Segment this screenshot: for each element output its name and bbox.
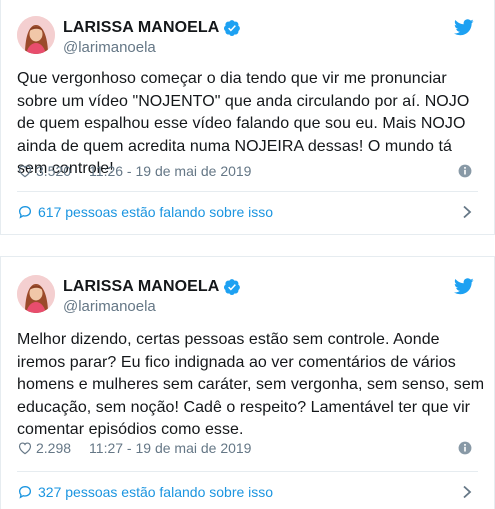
tweet-header: LARISSA MANOELA @larimanoela [17, 275, 480, 315]
tweet-meta: 2.298 11:27 - 19 de mai de 2019 [17, 438, 480, 458]
tweet-timestamp[interactable]: 11:26 - 19 de mai de 2019 [89, 163, 251, 179]
avatar-photo [17, 275, 55, 313]
author-display-name[interactable]: LARISSA MANOELA [63, 19, 219, 37]
like-count[interactable]: 2.298 [36, 440, 71, 456]
chevron-right-icon[interactable] [462, 485, 472, 499]
reply-bubble-icon [18, 205, 32, 219]
verified-badge-icon [224, 20, 241, 36]
divider [17, 191, 478, 192]
avatar-photo [17, 16, 55, 54]
conversation-text[interactable]: 327 pessoas estão falando sobre isso [38, 484, 273, 500]
tweet-header: LARISSA MANOELA @larimanoela [17, 16, 480, 56]
conversation-link[interactable]: 617 pessoas estão falando sobre isso [17, 201, 480, 223]
info-icon[interactable] [458, 441, 472, 455]
twitter-bird-icon[interactable] [454, 278, 474, 295]
verified-badge-icon [224, 279, 241, 295]
divider [17, 471, 478, 472]
tweet-card[interactable]: LARISSA MANOELA @larimanoela Melhor dize… [0, 256, 495, 509]
twitter-bird-icon[interactable] [454, 19, 474, 36]
tweet-text: Melhor dizendo, certas pessoas estão sem… [17, 331, 485, 438]
author-name-row[interactable]: LARISSA MANOELA [63, 278, 241, 296]
heart-icon[interactable] [17, 440, 33, 456]
conversation-link[interactable]: 327 pessoas estão falando sobre isso [17, 481, 480, 503]
tweet-meta: 3.520 11:26 - 19 de mai de 2019 [17, 161, 480, 181]
card-gap [0, 235, 495, 256]
chevron-right-icon[interactable] [462, 205, 472, 219]
info-icon[interactable] [458, 164, 472, 178]
like-count[interactable]: 3.520 [36, 163, 71, 179]
author-display-name[interactable]: LARISSA MANOELA [63, 278, 219, 296]
tweet-card[interactable]: LARISSA MANOELA @larimanoela Que vergonh… [0, 0, 495, 235]
tweet-timestamp[interactable]: 11:27 - 19 de mai de 2019 [89, 440, 251, 456]
heart-icon[interactable] [17, 163, 33, 179]
reply-bubble-icon [18, 485, 32, 499]
avatar[interactable] [17, 275, 55, 313]
author-name-row[interactable]: LARISSA MANOELA [63, 19, 241, 37]
conversation-text[interactable]: 617 pessoas estão falando sobre isso [38, 204, 273, 220]
avatar[interactable] [17, 16, 55, 54]
author-handle[interactable]: @larimanoela [63, 39, 156, 56]
author-handle[interactable]: @larimanoela [63, 298, 156, 315]
